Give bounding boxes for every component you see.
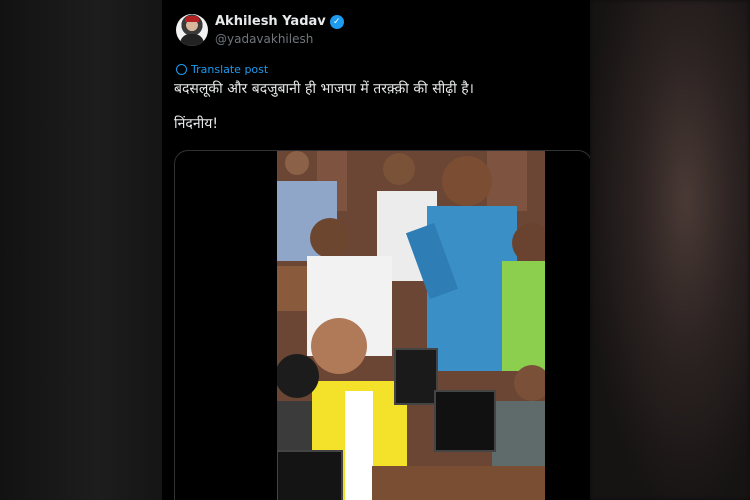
background-left-blur — [0, 0, 162, 500]
avatar-cap — [185, 16, 199, 22]
translate-label: Translate post — [191, 63, 269, 76]
tweet-card: Akhilesh Yadav ✓ @yadavakhilesh Translat… — [162, 0, 590, 500]
author-handle[interactable]: @yadavakhilesh — [215, 32, 313, 46]
background-right-blur — [590, 0, 750, 500]
tweet-text: बदसलूकी और बदजुबानी ही भाजपा में तरक़्क़… — [174, 80, 574, 150]
tweet-text-line-2: निंदनीय! — [174, 116, 218, 132]
author-row: Akhilesh Yadav ✓ — [215, 14, 344, 29]
video-thumbnail[interactable] — [277, 151, 545, 500]
media-container[interactable] — [174, 150, 590, 500]
video-scene-illustration — [277, 151, 545, 500]
tweet-text-line-1: बदसलूकी और बदजुबानी ही भाजपा में तरक़्क़… — [174, 81, 474, 97]
verified-badge-icon: ✓ — [329, 14, 344, 29]
translate-icon — [176, 64, 187, 75]
author-name[interactable]: Akhilesh Yadav — [215, 14, 326, 29]
avatar[interactable] — [176, 14, 208, 46]
avatar-body — [180, 34, 204, 46]
translate-post-link[interactable]: Translate post — [176, 63, 268, 76]
